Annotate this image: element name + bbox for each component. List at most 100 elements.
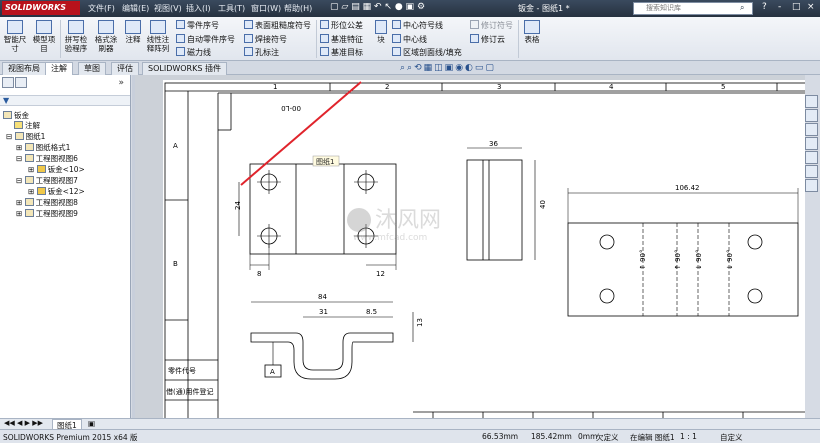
solidworks-resources-icon[interactable] (805, 95, 818, 108)
tab-sketch[interactable]: 草图 (78, 62, 106, 75)
sheet-format-icon (24, 143, 34, 151)
tree-item-view7[interactable]: ⊟ 工程图视图7 (16, 175, 78, 186)
hole-callout-icon (244, 47, 253, 56)
design-library-icon[interactable] (805, 109, 818, 122)
balloon-button[interactable]: 零件序号 (176, 20, 219, 31)
tab-view-layout[interactable]: 视图布局 (2, 62, 46, 75)
status-scale[interactable]: 1 : 1 (680, 432, 697, 441)
menu-edit[interactable]: 编辑(E) (122, 3, 149, 14)
search-icon[interactable]: ⌕ (740, 3, 750, 13)
hide-show-icon[interactable]: ◉ (455, 63, 465, 73)
menu-file[interactable]: 文件(F) (88, 3, 115, 14)
rebuild-icon[interactable]: ● (395, 2, 403, 12)
tables-button[interactable]: 表格 (522, 20, 542, 44)
note-button[interactable]: 注释 (122, 20, 144, 44)
maximize-button[interactable]: □ (792, 2, 801, 12)
scene-icon[interactable]: ▭ (475, 63, 486, 73)
model-items-button[interactable]: 模型项目 (32, 20, 56, 53)
tree-item-part10[interactable]: ⊞ 钣金<10> (28, 164, 85, 175)
centerline-button[interactable]: 中心线 (392, 34, 427, 45)
new-icon[interactable]: ▢ (330, 2, 339, 12)
magnetic-line-button[interactable]: 磁力线 (176, 47, 211, 58)
tree-item-view8[interactable]: ⊞ 工程图视图8 (16, 197, 78, 208)
zone-number: 1 (273, 83, 277, 91)
hole-callout-button[interactable]: 孔标注 (244, 47, 279, 58)
graphics-area[interactable]: 沐风网 www.mfcad.com 1 2 3 4 5 A B 00-L0 24… (135, 75, 805, 418)
help-button[interactable]: ? (762, 2, 767, 12)
save-icon[interactable]: ▤ (351, 2, 360, 12)
view-palette-icon[interactable] (805, 137, 818, 150)
appearances-icon[interactable] (805, 151, 818, 164)
tree-item-view6[interactable]: ⊟ 工程图视图6 (16, 153, 78, 164)
datum-feature-label: 基准特征 (331, 35, 363, 44)
center-mark-button[interactable]: 中心符号线 (392, 20, 443, 31)
expand-panel-icon[interactable]: » (118, 78, 124, 88)
menu-help[interactable]: 帮助(H) (284, 3, 312, 14)
zone-number: 3 (497, 83, 501, 91)
balloon-label: 零件序号 (187, 21, 219, 30)
section-view-icon[interactable]: ▦ (424, 63, 435, 73)
feature-manager-tab-icon[interactable] (2, 77, 14, 88)
previous-view-icon[interactable]: ⟲ (414, 63, 424, 73)
drawing-sheet[interactable]: 沐风网 www.mfcad.com 1 2 3 4 5 A B 00-L0 24… (163, 80, 805, 418)
select-icon[interactable]: ↖ (384, 2, 392, 12)
view-orientation-icon[interactable]: ◫ (434, 63, 445, 73)
surface-finish-button[interactable]: 表面粗糙度符号 (244, 20, 311, 31)
solidworks-logo[interactable]: SOLIDWORKS (2, 1, 80, 15)
revision-cloud-button[interactable]: 修订云 (470, 34, 505, 45)
display-style-icon[interactable]: ▣ (445, 63, 456, 73)
tab-solidworks-addins[interactable]: SOLIDWORKS 插件 (142, 62, 227, 75)
menu-window[interactable]: 窗口(W) (251, 3, 281, 14)
add-sheet-icon[interactable]: ▣ (88, 419, 95, 428)
smart-dimension-button[interactable]: 智能尺寸 (2, 20, 28, 53)
status-units[interactable]: 自定义 (720, 432, 743, 443)
sheet-nav-icons[interactable]: ◀◀ ◀ ▶ ▶▶ (4, 419, 43, 427)
search-input[interactable]: 搜索知识库 (633, 2, 753, 15)
tree-item-part12[interactable]: ⊞ 钣金<12> (28, 186, 85, 197)
blocks-icon (375, 20, 387, 34)
open-icon[interactable]: ▱ (341, 2, 348, 12)
minimize-button[interactable]: - (778, 2, 781, 12)
blocks-button[interactable]: 块 (374, 20, 388, 44)
appearance-icon[interactable]: ◐ (465, 63, 475, 73)
sheet-icon (14, 132, 24, 140)
format-painter-button[interactable]: 格式涂刷器 (92, 20, 120, 53)
datum-feature-button[interactable]: 基准特征 (320, 34, 363, 45)
weld-symbol-button[interactable]: 焊接符号 (244, 34, 287, 45)
dim-side-width: 36 (489, 140, 498, 148)
tree-item-sheet1[interactable]: ⊟ 图纸1 (6, 131, 45, 142)
hole (747, 288, 763, 304)
tab-evaluate[interactable]: 评估 (111, 62, 139, 75)
task-pane-tabs (805, 95, 820, 205)
menu-view[interactable]: 视图(V) (154, 3, 182, 14)
zoom-to-fit-icon[interactable]: ⌕ (400, 63, 407, 73)
geometric-tolerance-button[interactable]: 形位公差 (320, 20, 363, 31)
tree-item-annotations[interactable]: 注解 (14, 120, 40, 131)
tree-item-view9[interactable]: ⊞ 工程图视图9 (16, 208, 78, 219)
undo-icon[interactable]: ↶ (374, 2, 382, 12)
watermark: 沐风网 www.mfcad.com (347, 208, 441, 243)
linear-note-pattern-button[interactable]: 线性注释阵列 (145, 20, 171, 53)
print-icon[interactable]: ▦ (363, 2, 372, 12)
property-manager-tab-icon[interactable] (15, 77, 27, 88)
menu-tools[interactable]: 工具(T) (218, 3, 245, 14)
spell-check-button[interactable]: 拼写检验程序 (62, 20, 90, 53)
auto-balloon-button[interactable]: 自动零件序号 (176, 34, 235, 45)
revision-symbol-button[interactable]: 修订符号 (470, 20, 513, 31)
custom-properties-icon[interactable] (805, 165, 818, 178)
menu-insert[interactable]: 插入(I) (186, 3, 211, 14)
file-explorer-icon[interactable] (805, 123, 818, 136)
file-properties-icon[interactable]: ▣ (406, 2, 415, 12)
close-button[interactable]: × (807, 2, 815, 12)
tab-annotation[interactable]: 注解 (45, 62, 73, 75)
area-hatch-button[interactable]: 区域剖面线/填充 (392, 47, 462, 58)
view-settings-icon[interactable]: ▢ (485, 63, 496, 73)
drawing-view-icon (24, 209, 34, 217)
forum-icon[interactable] (805, 179, 818, 192)
datum-target-button[interactable]: 基准目标 (320, 47, 363, 58)
note-label: 注释 (125, 35, 141, 44)
tree-item-label: 工程图视图8 (35, 198, 78, 207)
options-icon[interactable]: ⚙ (417, 2, 425, 12)
tree-item-sheet-format[interactable]: ⊞ 图纸格式1 (16, 142, 70, 153)
tree-filter[interactable]: ▼ (0, 95, 130, 106)
